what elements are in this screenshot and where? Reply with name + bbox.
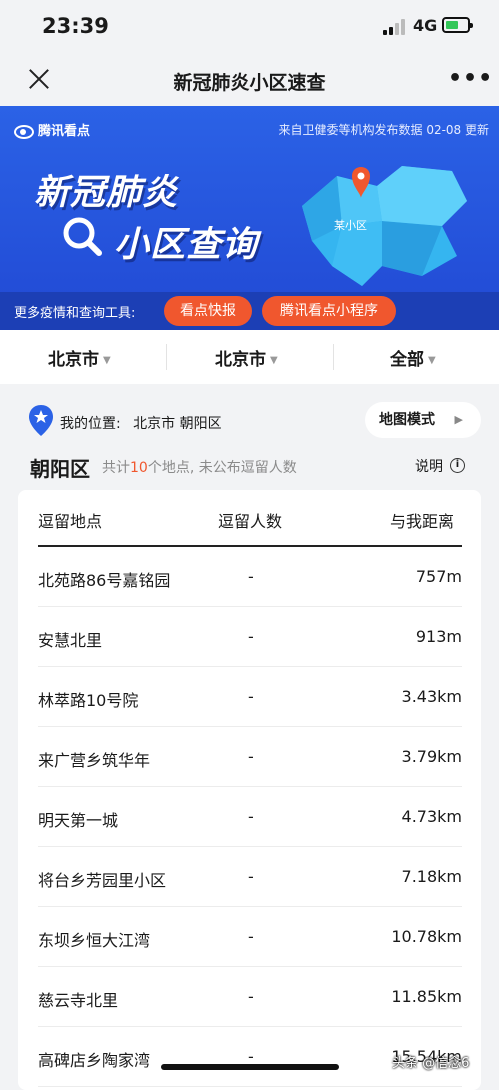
battery-icon xyxy=(442,17,473,33)
cell-location: 慈云寺北里 xyxy=(38,991,119,1010)
home-indicator[interactable] xyxy=(161,1064,339,1070)
divider xyxy=(166,344,167,370)
cell-location: 北苑路86号嘉铭园 xyxy=(38,571,171,590)
cell-distance: 4.73km xyxy=(401,807,462,826)
province-filter[interactable]: 北京市 ▼ xyxy=(48,345,111,370)
summary-prefix: 共计 xyxy=(102,460,130,476)
status-bar: 23:39 4G xyxy=(0,0,499,56)
cell-location: 来广营乡筑华年 xyxy=(38,751,151,770)
district-filter[interactable]: 全部 ▼ xyxy=(390,345,436,370)
page-title: 新冠肺炎小区速查 xyxy=(173,72,326,94)
region-filters: 北京市 ▼ 北京市 ▼ 全部 ▼ xyxy=(0,330,499,384)
cell-count: - xyxy=(248,627,254,646)
province-filter-label: 北京市 xyxy=(48,350,99,370)
district-summary: 共计10个地点, 未公布逗留人数 xyxy=(102,457,297,477)
kandian-news-button[interactable]: 看点快报 xyxy=(164,296,252,326)
header-distance: 与我距离 xyxy=(390,512,455,531)
my-location-label: 我的位置: xyxy=(60,416,121,432)
cell-distance: 7.18km xyxy=(401,867,462,886)
map-mode-label: 地图模式 xyxy=(379,412,435,428)
brand-logo: 腾讯看点 xyxy=(14,120,90,139)
banner-title-line2: 小区查询 xyxy=(114,225,259,265)
cell-location: 明天第一城 xyxy=(38,811,119,830)
divider xyxy=(333,344,334,370)
status-time: 23:39 xyxy=(42,14,109,38)
cell-distance: 3.43km xyxy=(401,687,462,706)
district-filter-label: 全部 xyxy=(390,350,424,370)
mini-program-button[interactable]: 腾讯看点小程序 xyxy=(262,296,396,326)
cell-distance: 3.79km xyxy=(401,747,462,766)
brand-name: 腾讯看点 xyxy=(38,124,91,139)
eye-icon xyxy=(14,124,34,139)
table-row[interactable]: 安慧北里 - 913m xyxy=(38,607,462,667)
header-location: 逗留地点 xyxy=(38,512,103,531)
nav-bar: 新冠肺炎小区速查 ••• xyxy=(0,56,499,106)
map-pin-label: 某小区 xyxy=(334,219,367,232)
cell-count: - xyxy=(248,987,254,1006)
my-location: 我的位置: 北京市 朝阳区 xyxy=(60,413,222,433)
cell-distance: 913m xyxy=(415,627,462,646)
cell-distance: 10.78km xyxy=(391,927,462,946)
cell-location: 高碑店乡陶家湾 xyxy=(38,1051,151,1070)
cell-distance: 757m xyxy=(415,567,462,586)
map-illustration-icon xyxy=(302,166,467,286)
map-mode-button[interactable]: 地图模式 ▶ xyxy=(365,402,481,438)
chevron-down-icon: ▼ xyxy=(270,354,278,366)
info-icon[interactable]: i xyxy=(450,458,465,473)
summary-suffix: 个地点, 未公布逗留人数 xyxy=(147,460,297,476)
cell-count: - xyxy=(248,747,254,766)
chevron-down-icon: ▼ xyxy=(103,354,111,366)
cell-count: - xyxy=(248,867,254,886)
cell-distance: 11.85km xyxy=(391,987,462,1006)
cell-location: 林萃路10号院 xyxy=(38,691,139,710)
cell-count: - xyxy=(248,687,254,706)
explain-link[interactable]: 说明 xyxy=(415,456,443,476)
tools-bar: 更多疫情和查询工具: 看点快报 腾讯看点小程序 xyxy=(0,292,499,330)
table-row[interactable]: 东坝乡恒大江湾 - 10.78km xyxy=(38,907,462,967)
data-source: 来自卫健委等机构发布数据 02-08 更新 xyxy=(278,123,490,137)
hero-banner: 腾讯看点 来自卫健委等机构发布数据 02-08 更新 某小区 新冠肺炎 小区查询… xyxy=(0,106,499,330)
city-filter-label: 北京市 xyxy=(215,350,266,370)
banner-title-line1: 新冠肺炎 xyxy=(34,173,179,213)
network-type: 4G xyxy=(413,16,438,35)
cell-location: 将台乡芳园里小区 xyxy=(38,871,167,890)
city-filter[interactable]: 北京市 ▼ xyxy=(215,345,278,370)
cell-count: - xyxy=(248,807,254,826)
table-row[interactable]: 将台乡芳园里小区 - 7.18km xyxy=(38,847,462,907)
search-icon xyxy=(63,217,102,256)
location-pin-icon xyxy=(29,405,53,436)
watermark: 头条 @信念6 xyxy=(392,1056,470,1071)
play-arrow-icon: ▶ xyxy=(454,413,463,426)
table-row[interactable]: 林萃路10号院 - 3.43km xyxy=(38,667,462,727)
my-location-value: 北京市 朝阳区 xyxy=(133,416,222,432)
cell-location: 安慧北里 xyxy=(38,631,103,650)
table-row[interactable]: 明天第一城 - 4.73km xyxy=(38,787,462,847)
table-row[interactable]: 来广营乡筑华年 - 3.79km xyxy=(38,727,462,787)
cell-count: - xyxy=(248,927,254,946)
table-row[interactable]: 北苑路86号嘉铭园 - 757m xyxy=(38,547,462,607)
chevron-down-icon: ▼ xyxy=(428,354,436,366)
tools-label: 更多疫情和查询工具: xyxy=(14,306,136,321)
cell-location: 东坝乡恒大江湾 xyxy=(38,931,151,950)
header-count: 逗留人数 xyxy=(218,512,283,531)
district-name: 朝阳区 xyxy=(30,457,90,481)
location-count: 10 xyxy=(130,460,148,476)
signal-icon xyxy=(383,19,407,35)
cell-count: - xyxy=(248,567,254,586)
more-icon[interactable]: ••• xyxy=(448,66,493,91)
table-row[interactable]: 慈云寺北里 - 11.85km xyxy=(38,967,462,1027)
